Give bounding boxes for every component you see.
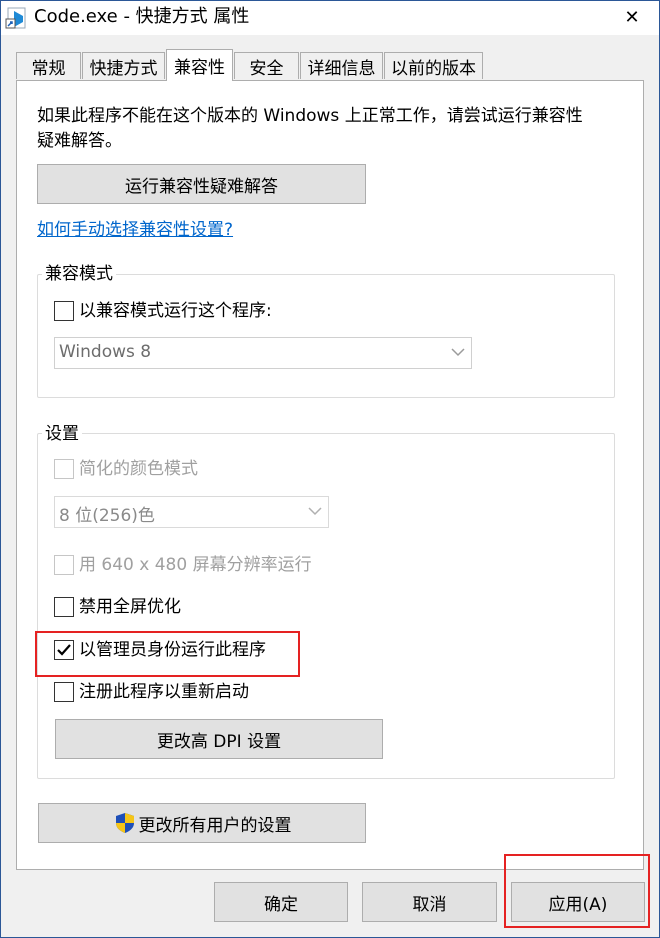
register-restart-label[interactable]: 注册此程序以重新启动 [79, 680, 249, 704]
ok-button[interactable]: 确定 [214, 882, 348, 922]
reduced-color-checkbox[interactable] [54, 459, 74, 479]
compat-mode-group [37, 274, 615, 398]
change-all-users-label: 更改所有用户的设置 [138, 815, 292, 836]
disable-fullscreen-checkbox[interactable] [54, 597, 74, 617]
compat-os-value: Windows 8 [59, 342, 152, 362]
cancel-button[interactable]: 取消 [362, 882, 497, 922]
compat-mode-label[interactable]: 以兼容模式运行这个程序: [79, 299, 272, 323]
change-all-users-button[interactable]: 更改所有用户的设置 [38, 803, 366, 843]
apply-highlight-box [504, 854, 650, 928]
window-title: Code.exe - 快捷方式 属性 [34, 6, 250, 27]
tab-shortcut[interactable]: 快捷方式 [82, 52, 165, 79]
close-icon: ✕ [624, 7, 640, 28]
tab-details[interactable]: 详细信息 [300, 52, 383, 79]
color-mode-value: 8 位(256)色 [59, 506, 155, 526]
reduced-color-label: 简化的颜色模式 [79, 459, 198, 479]
intro-text-line2: 疑难解答。 [37, 131, 122, 151]
manual-settings-link[interactable]: 如何手动选择兼容性设置? [37, 218, 233, 242]
compat-mode-checkbox[interactable] [54, 301, 74, 321]
color-mode-select: 8 位(256)色 [54, 496, 329, 528]
chevron-down-icon [308, 507, 322, 516]
settings-legend: 设置 [42, 424, 82, 444]
tab-compatibility[interactable]: 兼容性 [166, 49, 233, 81]
chevron-down-icon [451, 348, 465, 357]
compat-mode-legend: 兼容模式 [42, 264, 116, 284]
admin-highlight-box [35, 631, 300, 677]
shortcut-app-icon [5, 7, 27, 29]
run-troubleshooter-button[interactable]: 运行兼容性疑难解答 [37, 164, 366, 204]
close-button[interactable]: ✕ [605, 1, 659, 34]
register-restart-checkbox[interactable] [54, 682, 74, 702]
tab-security[interactable]: 安全 [234, 52, 299, 79]
change-dpi-button[interactable]: 更改高 DPI 设置 [55, 719, 383, 759]
run-640-label: 用 640 x 480 屏幕分辨率运行 [79, 555, 312, 575]
compat-os-select: Windows 8 [54, 337, 472, 369]
run-640-checkbox[interactable] [54, 555, 74, 575]
uac-shield-icon [115, 813, 134, 833]
tab-general[interactable]: 常规 [16, 52, 81, 79]
intro-text-line1: 如果此程序不能在这个版本的 Windows 上正常工作，请尝试运行兼容性 [37, 106, 583, 126]
tab-previous-versions[interactable]: 以前的版本 [384, 52, 483, 79]
disable-fullscreen-label[interactable]: 禁用全屏优化 [79, 595, 181, 619]
